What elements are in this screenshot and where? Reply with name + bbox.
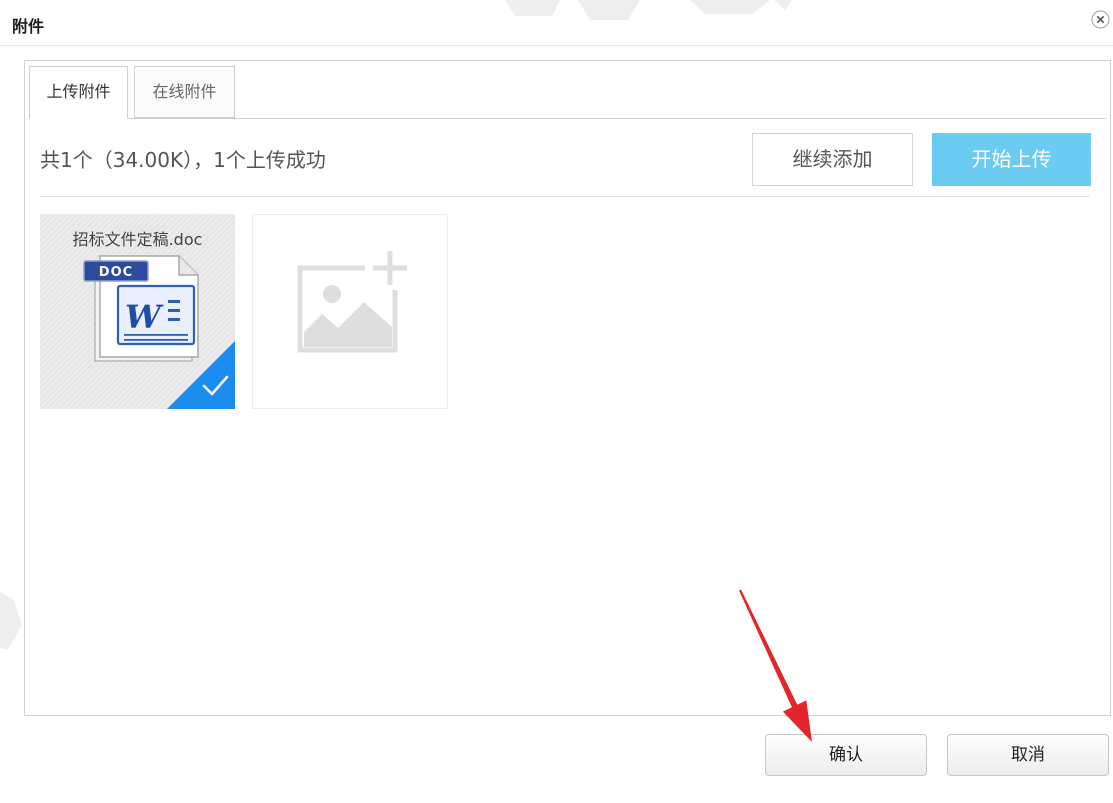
- tab-upload-attachment[interactable]: 上传附件: [29, 66, 128, 119]
- upload-status-text: 共1个（34.00K），1个上传成功: [40, 148, 326, 172]
- watermark-fragment: [0, 592, 22, 650]
- confirm-button[interactable]: 确认: [765, 734, 927, 776]
- doc-page-fold: [178, 256, 198, 276]
- start-upload-button[interactable]: 开始上传: [932, 133, 1091, 186]
- tab-online-attachment[interactable]: 在线附件: [134, 66, 235, 118]
- file-tile[interactable]: 招标文件定稿.doc DOC W: [40, 214, 235, 409]
- continue-add-button[interactable]: 继续添加: [752, 133, 913, 186]
- add-file-tile[interactable]: [252, 214, 448, 409]
- cancel-button[interactable]: 取消: [947, 734, 1109, 776]
- dialog-title: 附件: [12, 17, 45, 36]
- close-button[interactable]: [1091, 10, 1110, 29]
- add-image-icon: [297, 251, 407, 353]
- toolbar-divider: [40, 196, 1090, 197]
- close-icon[interactable]: [1091, 10, 1110, 29]
- word-logo-letter: W: [125, 298, 164, 336]
- file-name: 招标文件定稿.doc: [72, 230, 203, 249]
- image-sun: [323, 285, 341, 303]
- image-mountains: [304, 302, 392, 347]
- doc-badge-text: DOC: [99, 265, 133, 280]
- dialog-body: 上传附件 在线附件 共1个（34.00K），1个上传成功 继续添加 开始上传 招…: [24, 60, 1111, 716]
- upload-panel: 共1个（34.00K），1个上传成功 继续添加 开始上传 招标文件定稿.doc …: [29, 118, 1106, 711]
- dialog-title-bar: 附件: [0, 0, 1113, 46]
- plus-icon: [373, 251, 407, 285]
